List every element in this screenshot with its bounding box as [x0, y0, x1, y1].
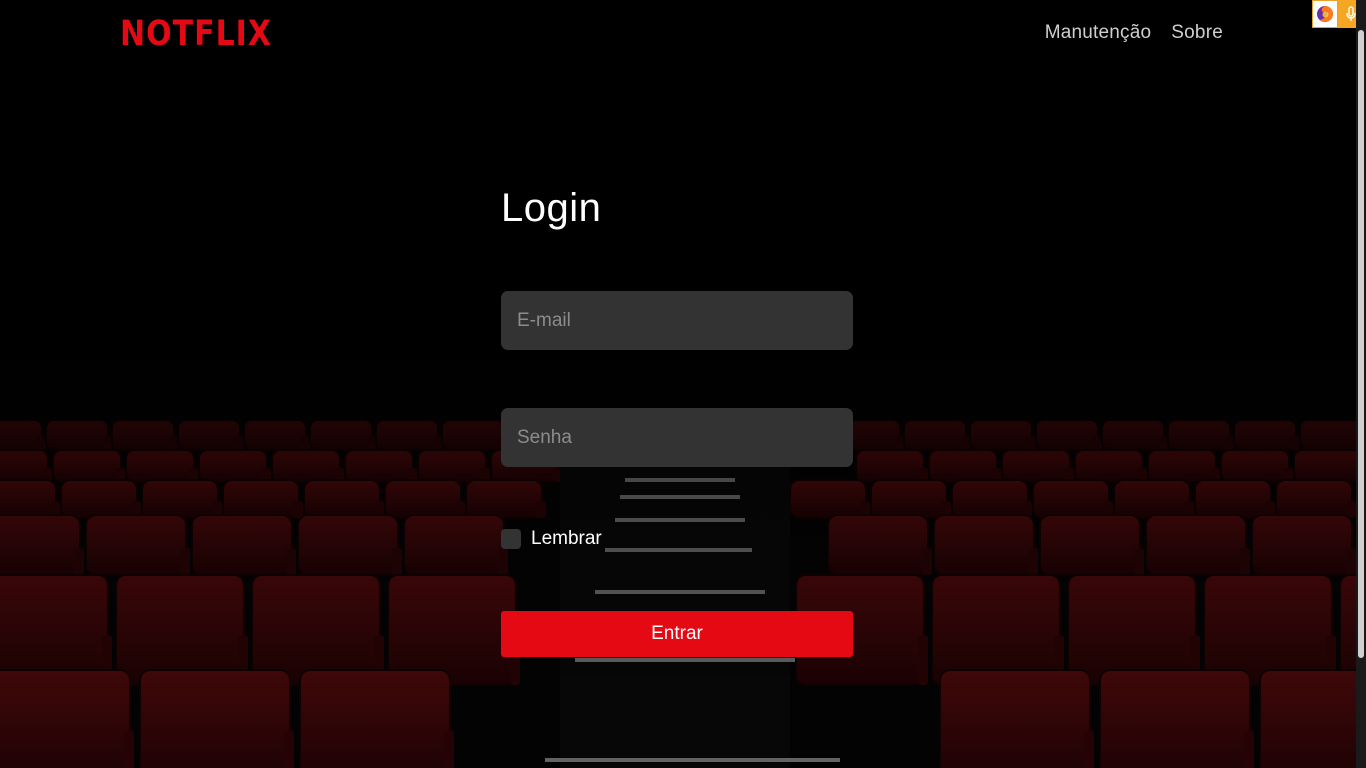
remember-label[interactable]: Lembrar	[531, 528, 602, 550]
login-title: Login	[501, 186, 602, 230]
email-field[interactable]	[501, 291, 853, 350]
firefox-icon[interactable]	[1312, 0, 1338, 28]
brand-logo[interactable]: NOTFLIX	[120, 14, 272, 54]
scrollbar-track[interactable]	[1356, 0, 1366, 768]
password-field[interactable]	[501, 408, 853, 467]
page: NOTFLIX Manutenção Sobre Login Lembrar E	[0, 0, 1366, 768]
nav-link-sobre[interactable]: Sobre	[1171, 22, 1223, 44]
login-submit-button[interactable]: Entrar	[501, 611, 853, 657]
scrollbar-thumb[interactable]	[1358, 30, 1364, 658]
remember-checkbox[interactable]	[501, 529, 521, 549]
remember-me-row[interactable]: Lembrar	[501, 528, 602, 550]
nav-link-manutencao[interactable]: Manutenção	[1045, 22, 1152, 44]
top-nav: Manutenção Sobre	[1045, 22, 1223, 44]
